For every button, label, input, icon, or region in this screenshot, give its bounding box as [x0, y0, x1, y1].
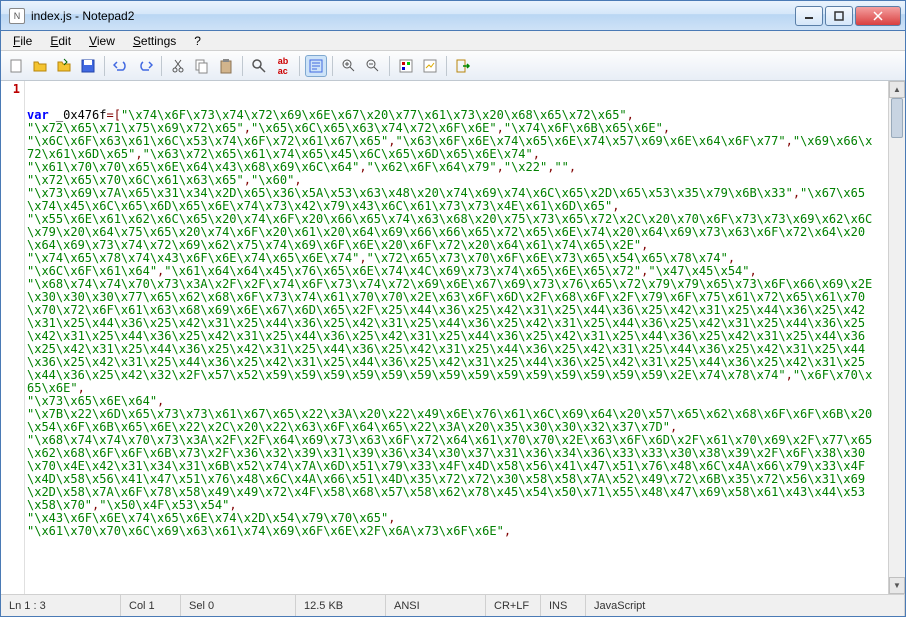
copy-icon[interactable]: [191, 55, 213, 77]
paste-icon[interactable]: [215, 55, 237, 77]
maximize-button[interactable]: [825, 6, 853, 26]
save-icon[interactable]: [77, 55, 99, 77]
line-gutter: 1: [1, 81, 25, 594]
minimize-button[interactable]: [795, 6, 823, 26]
toolbar-separator: [332, 56, 333, 76]
scroll-down-button[interactable]: ▼: [889, 577, 905, 594]
status-col[interactable]: Col 1: [121, 595, 181, 616]
toolbar-separator: [446, 56, 447, 76]
cut-icon[interactable]: [167, 55, 189, 77]
window-title: index.js - Notepad2: [31, 9, 795, 23]
menubar: File Edit View Settings ?: [1, 31, 905, 51]
code-content[interactable]: var _0x476f=["\x74\x6F\x73\x74\x72\x69\x…: [25, 81, 905, 594]
app-icon: N: [9, 8, 25, 24]
line-number: 1: [1, 83, 24, 96]
window: N index.js - Notepad2 File Edit View Set…: [0, 0, 906, 617]
scroll-thumb[interactable]: [891, 98, 903, 138]
identifier: _0x476f: [49, 108, 107, 122]
vertical-scrollbar[interactable]: ▲ ▼: [888, 81, 905, 594]
custom-scheme-icon[interactable]: [419, 55, 441, 77]
keyword-var: var: [27, 108, 49, 122]
menu-file[interactable]: File: [5, 32, 40, 50]
redo-icon[interactable]: [134, 55, 156, 77]
status-filesize: 12.5 KB: [296, 595, 386, 616]
status-line-pos[interactable]: Ln 1 : 3: [1, 595, 121, 616]
zoom-out-icon[interactable]: [362, 55, 384, 77]
exit-icon[interactable]: [452, 55, 474, 77]
toolbar-separator: [299, 56, 300, 76]
status-insert-mode[interactable]: INS: [541, 595, 586, 616]
zoom-in-icon[interactable]: [338, 55, 360, 77]
toolbar-separator: [242, 56, 243, 76]
menu-help[interactable]: ?: [186, 32, 209, 50]
undo-icon[interactable]: [110, 55, 132, 77]
window-controls: [795, 6, 901, 26]
toolbar: abac: [1, 51, 905, 81]
status-selection[interactable]: Sel 0: [181, 595, 296, 616]
scroll-up-button[interactable]: ▲: [889, 81, 905, 98]
menu-settings[interactable]: Settings: [125, 32, 184, 50]
menu-edit[interactable]: Edit: [42, 32, 79, 50]
open-folder-icon[interactable]: [29, 55, 51, 77]
editor-area[interactable]: 1 var _0x476f=["\x74\x6F\x73\x74\x72\x69…: [1, 81, 905, 594]
toolbar-separator: [161, 56, 162, 76]
open-history-icon[interactable]: [53, 55, 75, 77]
wordwrap-icon[interactable]: [305, 55, 327, 77]
replace-icon[interactable]: abac: [272, 55, 294, 77]
menu-view[interactable]: View: [81, 32, 123, 50]
close-button[interactable]: [855, 6, 901, 26]
find-icon[interactable]: [248, 55, 270, 77]
status-language[interactable]: JavaScript: [586, 595, 905, 616]
scheme-icon[interactable]: [395, 55, 417, 77]
status-encoding[interactable]: ANSI: [386, 595, 486, 616]
titlebar[interactable]: N index.js - Notepad2: [1, 1, 905, 31]
statusbar: Ln 1 : 3 Col 1 Sel 0 12.5 KB ANSI CR+LF …: [1, 594, 905, 616]
new-file-icon[interactable]: [5, 55, 27, 77]
toolbar-separator: [104, 56, 105, 76]
status-eol[interactable]: CR+LF: [486, 595, 541, 616]
toolbar-separator: [389, 56, 390, 76]
